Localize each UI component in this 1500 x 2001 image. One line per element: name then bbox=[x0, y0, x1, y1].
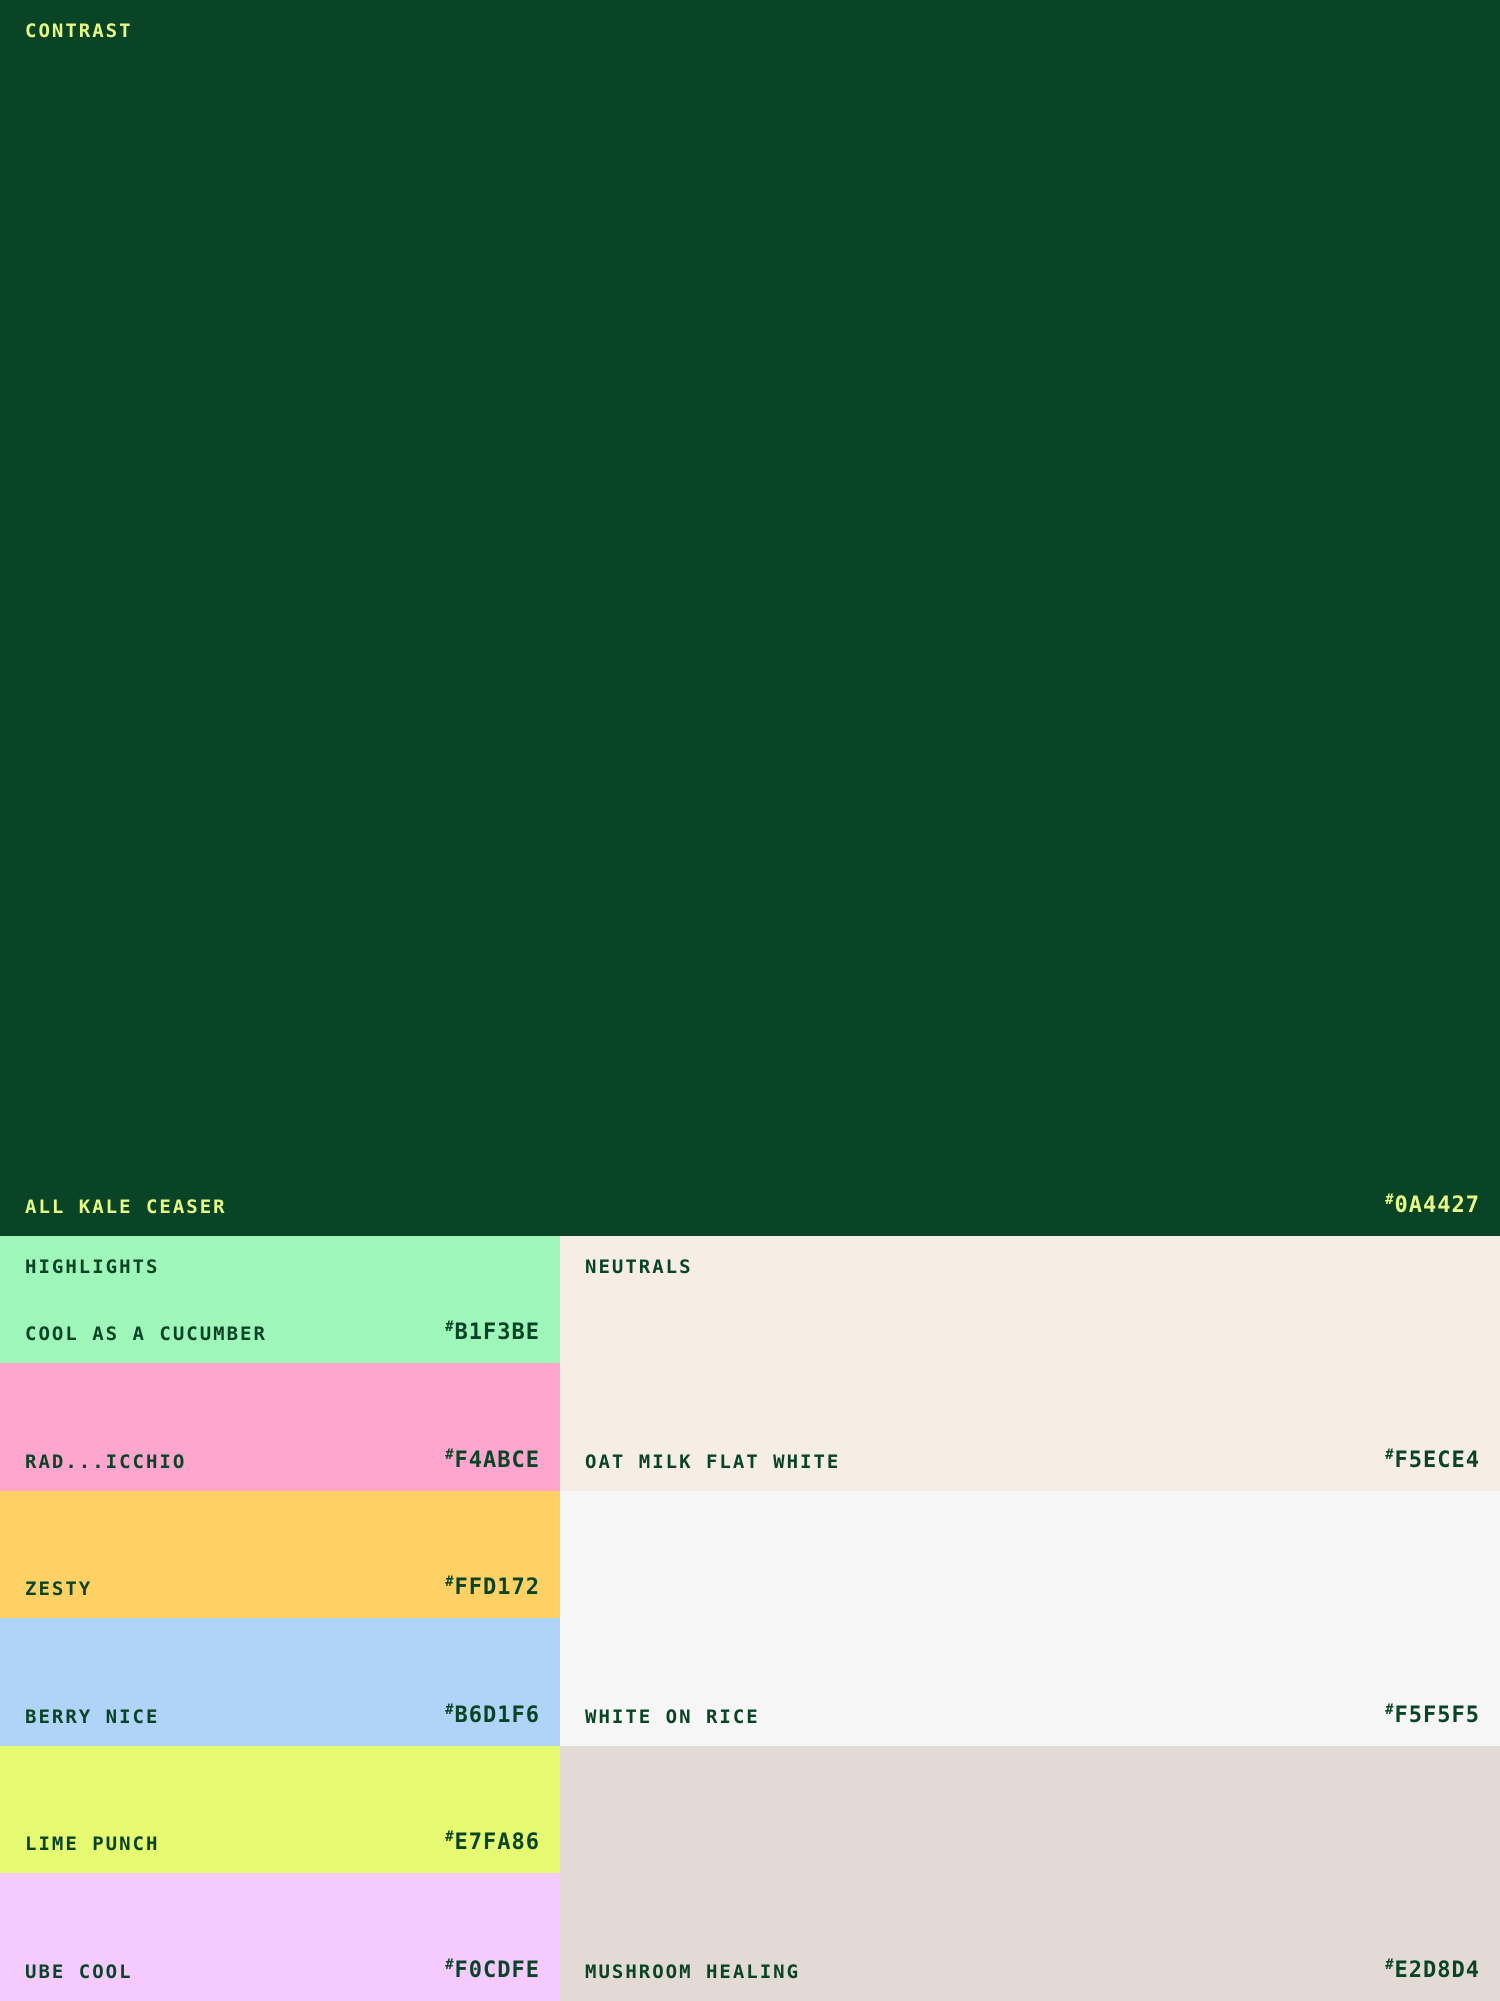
neutral-swatch-mushroom: MUSHROOM HEALING #E2D8D4 bbox=[560, 1746, 1500, 2001]
contrast-color-hex: #0A4427 bbox=[1385, 1192, 1480, 1218]
hex-symbol: # bbox=[1385, 1192, 1395, 1208]
swatch-hex: #F0CDFE bbox=[445, 1957, 540, 1983]
swatch-name: MUSHROOM HEALING bbox=[585, 1961, 801, 1983]
swatch-name: UBE COOL bbox=[25, 1961, 133, 1983]
hex-symbol: # bbox=[445, 1574, 455, 1590]
swatch-name: RAD...ICCHIO bbox=[25, 1451, 187, 1473]
swatch-hex: #E7FA86 bbox=[445, 1829, 540, 1855]
swatch-name: BERRY NICE bbox=[25, 1706, 160, 1728]
contrast-color-name: ALL KALE CEASER bbox=[25, 1196, 227, 1218]
swatch-name: COOL AS A CUCUMBER bbox=[25, 1323, 267, 1345]
highlight-swatch-ube: UBE COOL #F0CDFE bbox=[0, 1873, 560, 2001]
swatch-hex: #F4ABCE bbox=[445, 1447, 540, 1473]
highlight-swatch-radicchio: RAD...ICCHIO #F4ABCE bbox=[0, 1363, 560, 1491]
swatch-name: LIME PUNCH bbox=[25, 1833, 160, 1855]
contrast-section-label: CONTRAST bbox=[25, 20, 133, 42]
highlight-swatch-zesty: ZESTY #FFD172 bbox=[0, 1491, 560, 1618]
hex-symbol: # bbox=[445, 1319, 455, 1335]
swatch-hex: #B1F3BE bbox=[445, 1319, 540, 1345]
hex-symbol: # bbox=[1385, 1957, 1395, 1973]
hex-symbol: # bbox=[1385, 1447, 1395, 1463]
swatch-hex: #B6D1F6 bbox=[445, 1702, 540, 1728]
neutral-swatch-oat-milk: NEUTRALS OAT MILK FLAT WHITE #F5ECE4 bbox=[560, 1236, 1500, 1491]
swatch-name: OAT MILK FLAT WHITE bbox=[585, 1451, 841, 1473]
highlights-section-label: HIGHLIGHTS bbox=[25, 1256, 160, 1278]
highlight-swatch-berry: BERRY NICE #B6D1F6 bbox=[0, 1618, 560, 1746]
hex-symbol: # bbox=[445, 1702, 455, 1718]
highlights-column: HIGHLIGHTS COOL AS A CUCUMBER #B1F3BE RA… bbox=[0, 1236, 560, 2001]
hex-symbol: # bbox=[445, 1957, 455, 1973]
swatch-name: WHITE ON RICE bbox=[585, 1706, 760, 1728]
swatch-hex: #F5ECE4 bbox=[1385, 1447, 1480, 1473]
hex-symbol: # bbox=[1385, 1702, 1395, 1718]
swatch-hex: #FFD172 bbox=[445, 1574, 540, 1600]
swatch-hex: #F5F5F5 bbox=[1385, 1702, 1480, 1728]
hex-symbol: # bbox=[445, 1447, 455, 1463]
highlight-swatch-lime: LIME PUNCH #E7FA86 bbox=[0, 1746, 560, 1873]
neutrals-section-label: NEUTRALS bbox=[585, 1256, 693, 1278]
neutrals-column: NEUTRALS OAT MILK FLAT WHITE #F5ECE4 WHI… bbox=[560, 1236, 1500, 2001]
swatch-hex: #E2D8D4 bbox=[1385, 1957, 1480, 1983]
contrast-swatch: CONTRAST ALL KALE CEASER #0A4427 bbox=[0, 0, 1500, 1236]
highlight-swatch-cucumber: HIGHLIGHTS COOL AS A CUCUMBER #B1F3BE bbox=[0, 1236, 560, 1363]
neutral-swatch-white-rice: WHITE ON RICE #F5F5F5 bbox=[560, 1491, 1500, 1746]
swatch-name: ZESTY bbox=[25, 1578, 93, 1600]
hex-symbol: # bbox=[445, 1829, 455, 1845]
